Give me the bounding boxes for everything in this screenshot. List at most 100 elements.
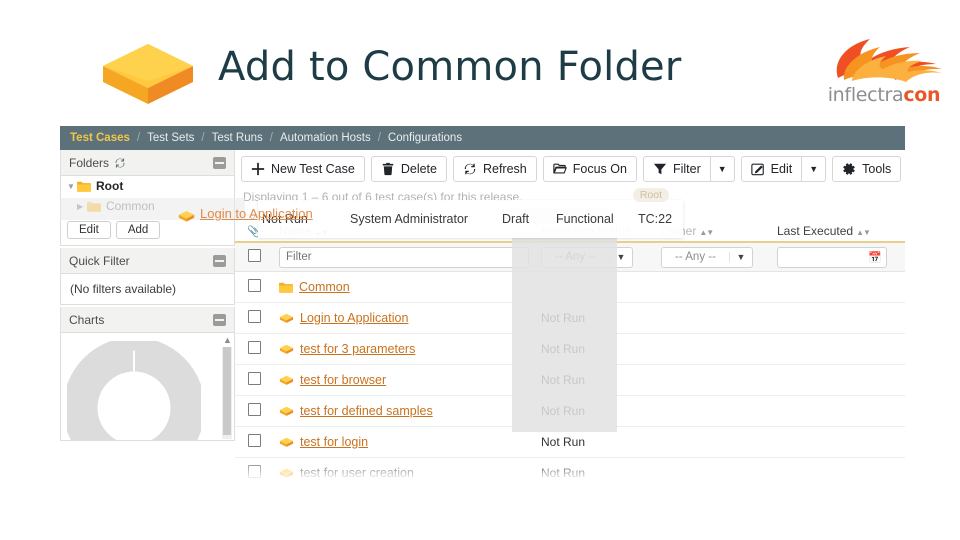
donut-chart: [67, 341, 201, 440]
filter-label: Filter: [672, 162, 701, 176]
quick-filter-collapse-icon[interactable]: [213, 254, 226, 267]
orange-cube-icon: [103, 44, 193, 104]
row-name-cell[interactable]: test for 3 parameters: [273, 333, 535, 365]
row-execution-status-cell: Not Run: [535, 395, 655, 427]
row-checkbox[interactable]: [247, 434, 261, 447]
chevron-up-icon[interactable]: ▲: [223, 335, 232, 345]
nav-item-test-cases[interactable]: Test Cases: [70, 132, 130, 144]
grid-header-name[interactable]: Name ▲▼: [273, 208, 535, 243]
chevron-right-icon[interactable]: ▶: [77, 202, 87, 211]
row-name-link[interactable]: test for 3 parameters: [300, 342, 415, 356]
folder-actions: Edit Add: [61, 216, 234, 245]
table-row[interactable]: test for browser Not Run: [235, 364, 905, 396]
brand-wordmark: inflectracon: [818, 84, 950, 106]
edit-dropdown-button[interactable]: ▼: [802, 156, 827, 182]
grid-header-execution-status-label: Execution Status: [541, 224, 632, 238]
row-select-cell[interactable]: [235, 333, 273, 365]
edit-button[interactable]: Edit: [740, 156, 803, 182]
edit-folder-button[interactable]: Edit: [67, 221, 111, 239]
row-select-cell[interactable]: [235, 395, 273, 427]
folders-collapse-icon[interactable]: [213, 156, 226, 169]
filter-name-cell[interactable]: [273, 242, 535, 272]
test-case-cube-icon: [279, 406, 294, 416]
chevron-down-icon[interactable]: ▼: [609, 252, 632, 262]
table-row[interactable]: test for defined samples Not Run: [235, 395, 905, 427]
delete-button[interactable]: Delete: [370, 156, 447, 182]
sort-arrows-icon[interactable]: ▲▼: [699, 228, 714, 237]
slide-header: Add to Common Folder inflectracon: [0, 0, 960, 126]
row-checkbox[interactable]: [247, 279, 261, 292]
row-checkbox[interactable]: [247, 341, 261, 354]
nav-item-test-runs[interactable]: Test Runs: [212, 132, 263, 144]
row-checkbox[interactable]: [247, 372, 261, 385]
row-name-link[interactable]: test for defined samples: [300, 404, 433, 418]
row-checkbox[interactable]: [247, 310, 261, 323]
table-row[interactable]: test for 3 parameters Not Run: [235, 333, 905, 365]
sort-arrows-icon[interactable]: ▲▼: [314, 228, 329, 237]
refresh-button[interactable]: Refresh: [452, 156, 537, 182]
row-name-link[interactable]: test for login: [300, 435, 368, 449]
tree-item-common[interactable]: ▶ Common: [61, 196, 234, 216]
grid-header-last-executed-label: Last Executed: [777, 224, 854, 238]
row-select-cell[interactable]: [235, 302, 273, 334]
grid-header-owner[interactable]: Owner ▲▼: [655, 208, 771, 243]
new-test-case-button[interactable]: New Test Case: [241, 156, 365, 182]
row-checkbox[interactable]: [247, 403, 261, 416]
row-owner-cell: [655, 333, 771, 365]
table-row[interactable]: Login to Application Not Run: [235, 302, 905, 334]
filter-owner-cell[interactable]: -- Any -- ▼: [655, 242, 771, 272]
filter-select-all-cell[interactable]: [235, 242, 273, 272]
tools-label: Tools: [862, 162, 892, 176]
filter-button[interactable]: Filter: [642, 156, 711, 182]
main-content: New Test Case Delete Refresh Focus On Fi…: [235, 150, 905, 486]
owner-filter-select[interactable]: -- Any -- ▼: [661, 246, 753, 268]
filter-dropdown-button[interactable]: ▼: [710, 156, 735, 182]
nav-item-configurations[interactable]: Configurations: [388, 132, 462, 144]
page-title: Add to Common Folder: [218, 44, 682, 90]
tree-item-root[interactable]: ▼ Root: [61, 176, 234, 196]
row-execution-status-cell: [535, 271, 655, 303]
select-all-checkbox[interactable]: [247, 249, 261, 262]
table-row[interactable]: Common: [235, 271, 905, 303]
table-row[interactable]: test for login Not Run: [235, 426, 905, 458]
tools-button[interactable]: Tools: [832, 156, 902, 182]
calendar-icon[interactable]: 📅: [864, 251, 886, 264]
chevron-down-icon[interactable]: ▼: [67, 182, 77, 191]
row-name-cell[interactable]: test for browser: [273, 364, 535, 396]
execution-status-filter-select[interactable]: -- Any -- ▼: [541, 246, 633, 268]
execution-status-filter-value: -- Any --: [555, 251, 596, 263]
nav-separator: /: [136, 132, 141, 144]
row-name-cell[interactable]: Login to Application: [273, 302, 535, 334]
scrollbar-thumb[interactable]: [223, 347, 231, 435]
refresh-icon[interactable]: [114, 157, 126, 169]
grid-header-name-label: Name: [279, 224, 312, 238]
name-filter-input[interactable]: [279, 246, 529, 268]
chevron-down-icon[interactable]: ▼: [729, 252, 752, 262]
row-last-executed-cell: [771, 333, 905, 365]
row-name-link[interactable]: test for browser: [300, 373, 386, 387]
filter-execution-status-cell[interactable]: -- Any -- ▼: [535, 242, 655, 272]
focus-on-button[interactable]: Focus On: [542, 156, 637, 182]
row-name-cell[interactable]: Common: [273, 271, 535, 303]
row-name-link[interactable]: Common: [299, 280, 350, 294]
charts-collapse-icon[interactable]: [213, 313, 226, 326]
app-screenshot: Test Cases / Test Sets / Test Runs / Aut…: [60, 126, 905, 486]
sort-arrows-icon[interactable]: ▲▼: [856, 228, 871, 237]
row-select-cell[interactable]: [235, 426, 273, 458]
nav-item-automation-hosts[interactable]: Automation Hosts: [280, 132, 371, 144]
quick-filter-panel-title: Quick Filter: [69, 253, 130, 268]
row-name-link[interactable]: Login to Application: [300, 311, 408, 325]
row-select-cell[interactable]: [235, 364, 273, 396]
slide-canvas: Add to Common Folder inflectracon Test C…: [0, 0, 960, 540]
left-sidebar: Folders ▼ Root ▶ Common Edit Add Quick F…: [60, 150, 235, 441]
row-name-cell[interactable]: test for defined samples: [273, 395, 535, 427]
add-folder-button[interactable]: Add: [115, 221, 161, 239]
grid-header-last-executed[interactable]: Last Executed ▲▼: [771, 208, 905, 243]
last-executed-filter-date[interactable]: 📅: [777, 246, 887, 268]
nav-item-test-sets[interactable]: Test Sets: [147, 132, 194, 144]
row-name-cell[interactable]: test for login: [273, 426, 535, 458]
charts-scrollbar[interactable]: ▲: [222, 335, 232, 439]
quick-filter-empty-text: (No filters available): [70, 282, 177, 296]
filter-last-executed-cell[interactable]: 📅: [771, 242, 905, 272]
row-select-cell[interactable]: [235, 271, 273, 303]
